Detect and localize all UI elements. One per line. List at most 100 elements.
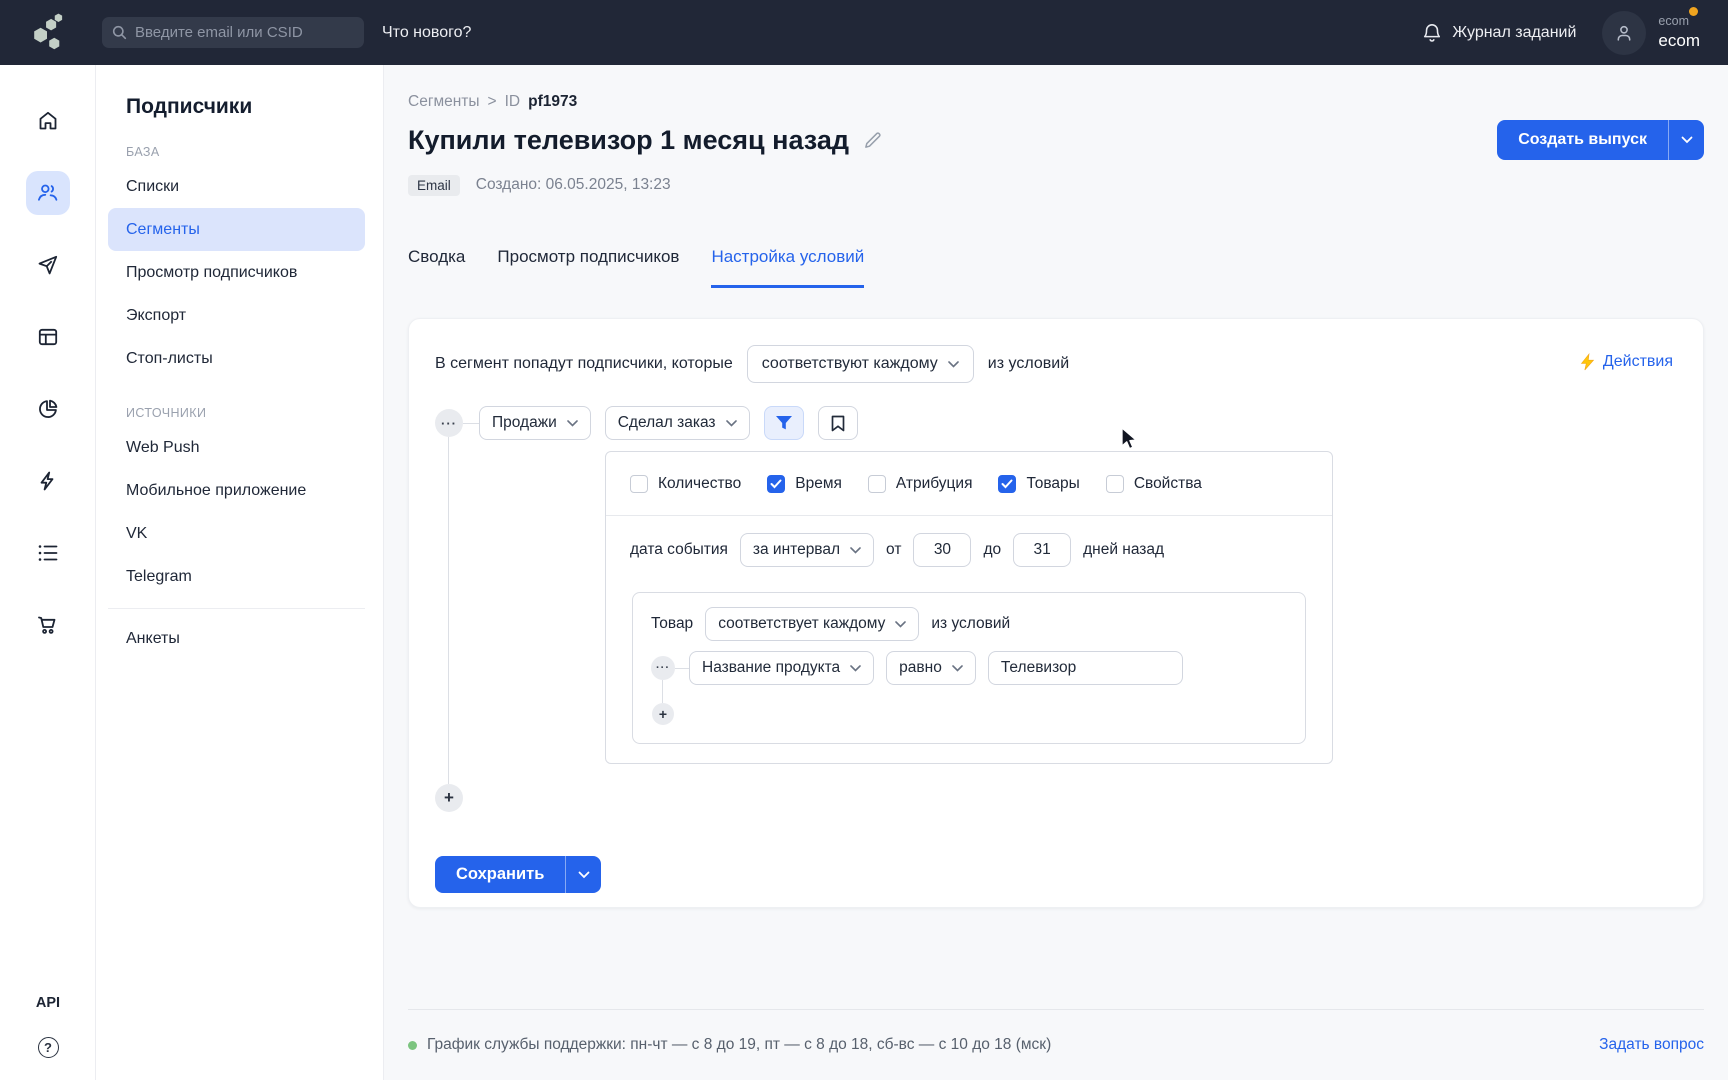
product-match-select[interactable]: соответствует каждому — [705, 607, 919, 641]
filter-button[interactable] — [764, 406, 804, 440]
event-select[interactable]: Сделал заказ — [605, 406, 750, 440]
bookmark-button[interactable] — [818, 406, 858, 440]
user-icon — [1613, 22, 1635, 44]
chevron-down-icon — [850, 547, 861, 554]
operator-select[interactable]: равно — [886, 651, 976, 685]
sidebar-section-sources: ИСТОЧНИКИ — [96, 406, 365, 420]
pencil-icon — [863, 131, 882, 150]
sidebar-item-stop-lists[interactable]: Стоп-листы — [96, 337, 365, 380]
interval-from-input[interactable] — [913, 533, 971, 567]
save-dropdown-button[interactable] — [565, 856, 601, 893]
actions-link[interactable]: Действия — [1580, 353, 1673, 371]
days-ago-label: дней назад — [1083, 541, 1164, 559]
app-logo-icon[interactable] — [28, 12, 70, 54]
footer-divider — [408, 1009, 1704, 1010]
properties-checkbox[interactable] — [1106, 475, 1124, 493]
sidebar-item-mobile-app[interactable]: Мобильное приложение — [96, 469, 365, 512]
help-icon[interactable]: ? — [38, 1037, 59, 1058]
sidebar-section-base: БАЗА — [96, 145, 365, 159]
interval-to-input[interactable] — [1013, 533, 1071, 567]
support-status-dot — [408, 1041, 417, 1050]
lightning-icon — [36, 469, 60, 493]
rail-item-home[interactable] — [0, 85, 95, 157]
created-timestamp: Создано: 06.05.2025, 13:23 — [476, 176, 671, 194]
category-select[interactable]: Продажи — [479, 406, 591, 440]
product-label: Товар — [651, 615, 693, 633]
option-products[interactable]: Товары — [998, 475, 1079, 493]
add-product-condition-button[interactable]: + — [652, 703, 674, 725]
rail-item-subscribers[interactable] — [0, 157, 95, 229]
rail-item-store[interactable] — [0, 589, 95, 661]
rail-item-reports[interactable] — [0, 373, 95, 445]
account-company: ecom — [1658, 14, 1700, 30]
match-select[interactable]: соответствуют каждому — [747, 345, 974, 383]
page-title: Купили телевизор 1 месяц назад — [408, 125, 849, 156]
tabs: Сводка Просмотр подписчиков Настройка ус… — [408, 247, 1704, 288]
product-field-value: Название продукта — [702, 659, 840, 677]
check-icon — [1001, 479, 1013, 489]
tab-conditions[interactable]: Настройка условий — [711, 247, 864, 288]
breadcrumb-segments-link[interactable]: Сегменты — [408, 93, 480, 111]
bolt-icon — [1580, 353, 1595, 371]
product-condition-menu-button[interactable]: ··· — [651, 656, 675, 680]
sidebar-item-vk[interactable]: VK — [96, 512, 365, 555]
tab-subscribers-view[interactable]: Просмотр подписчиков — [497, 247, 679, 288]
breadcrumb: Сегменты > ID pf1973 — [408, 93, 1704, 111]
option-quantity[interactable]: Количество — [630, 475, 741, 493]
properties-label: Свойства — [1134, 475, 1202, 493]
whats-new-link[interactable]: Что нового? — [382, 24, 471, 42]
option-properties[interactable]: Свойства — [1106, 475, 1202, 493]
cart-icon — [36, 613, 60, 637]
filter-icon — [775, 415, 793, 431]
layout-icon — [36, 325, 60, 349]
chevron-down-icon — [850, 665, 861, 672]
products-checkbox[interactable] — [998, 475, 1016, 493]
edit-title-button[interactable] — [863, 131, 882, 150]
add-condition-button[interactable]: + — [435, 784, 463, 812]
option-time[interactable]: Время — [767, 475, 842, 493]
actions-label: Действия — [1603, 353, 1673, 371]
rail-item-campaigns[interactable] — [0, 229, 95, 301]
sidebar-item-surveys[interactable]: Анкеты — [96, 617, 365, 660]
bookmark-icon — [831, 415, 845, 432]
condition-menu-button[interactable]: ··· — [435, 409, 463, 437]
task-journal-link[interactable]: Журнал заданий — [1422, 22, 1576, 44]
sidebar-item-segments[interactable]: Сегменты — [108, 208, 365, 251]
attribution-checkbox[interactable] — [868, 475, 886, 493]
option-attribution[interactable]: Атрибуция — [868, 475, 973, 493]
sidebar-item-export[interactable]: Экспорт — [96, 294, 365, 337]
create-issue-dropdown-button[interactable] — [1668, 120, 1704, 160]
date-mode-select[interactable]: за интервал — [740, 533, 874, 567]
product-field-select[interactable]: Название продукта — [689, 651, 874, 685]
create-issue-button[interactable]: Создать выпуск — [1497, 120, 1668, 160]
from-label: от — [886, 541, 901, 559]
products-label: Товары — [1026, 475, 1079, 493]
rail-item-tasks[interactable] — [0, 517, 95, 589]
quantity-checkbox[interactable] — [630, 475, 648, 493]
save-button[interactable]: Сохранить — [435, 856, 565, 893]
sidebar-item-telegram[interactable]: Telegram — [96, 555, 365, 598]
ask-question-link[interactable]: Задать вопрос — [1599, 1036, 1704, 1054]
chevron-down-icon — [895, 621, 906, 628]
category-select-value: Продажи — [492, 414, 557, 432]
time-checkbox[interactable] — [767, 475, 785, 493]
check-icon — [770, 479, 782, 489]
tab-summary[interactable]: Сводка — [408, 247, 465, 288]
product-value-input[interactable] — [988, 651, 1183, 685]
sidebar-item-subscribers-view[interactable]: Просмотр подписчиков — [96, 251, 365, 294]
attribution-label: Атрибуция — [896, 475, 973, 493]
rail-item-automation[interactable] — [0, 445, 95, 517]
sidebar-item-lists[interactable]: Списки — [96, 165, 365, 208]
search-input[interactable] — [135, 24, 354, 41]
pie-chart-icon — [36, 397, 60, 421]
search-icon — [112, 25, 127, 40]
product-conditions-panel: Товар соответствует каждому из условий ·… — [632, 592, 1306, 744]
api-link[interactable]: API — [36, 995, 60, 1011]
send-icon — [36, 253, 60, 277]
create-issue-split-button: Создать выпуск — [1497, 120, 1704, 160]
rail-item-pages[interactable] — [0, 301, 95, 373]
tree-line — [448, 437, 449, 784]
account-menu[interactable]: ecom ecom — [1602, 11, 1700, 55]
sidebar-item-web-push[interactable]: Web Push — [96, 426, 365, 469]
quantity-label: Количество — [658, 475, 741, 493]
